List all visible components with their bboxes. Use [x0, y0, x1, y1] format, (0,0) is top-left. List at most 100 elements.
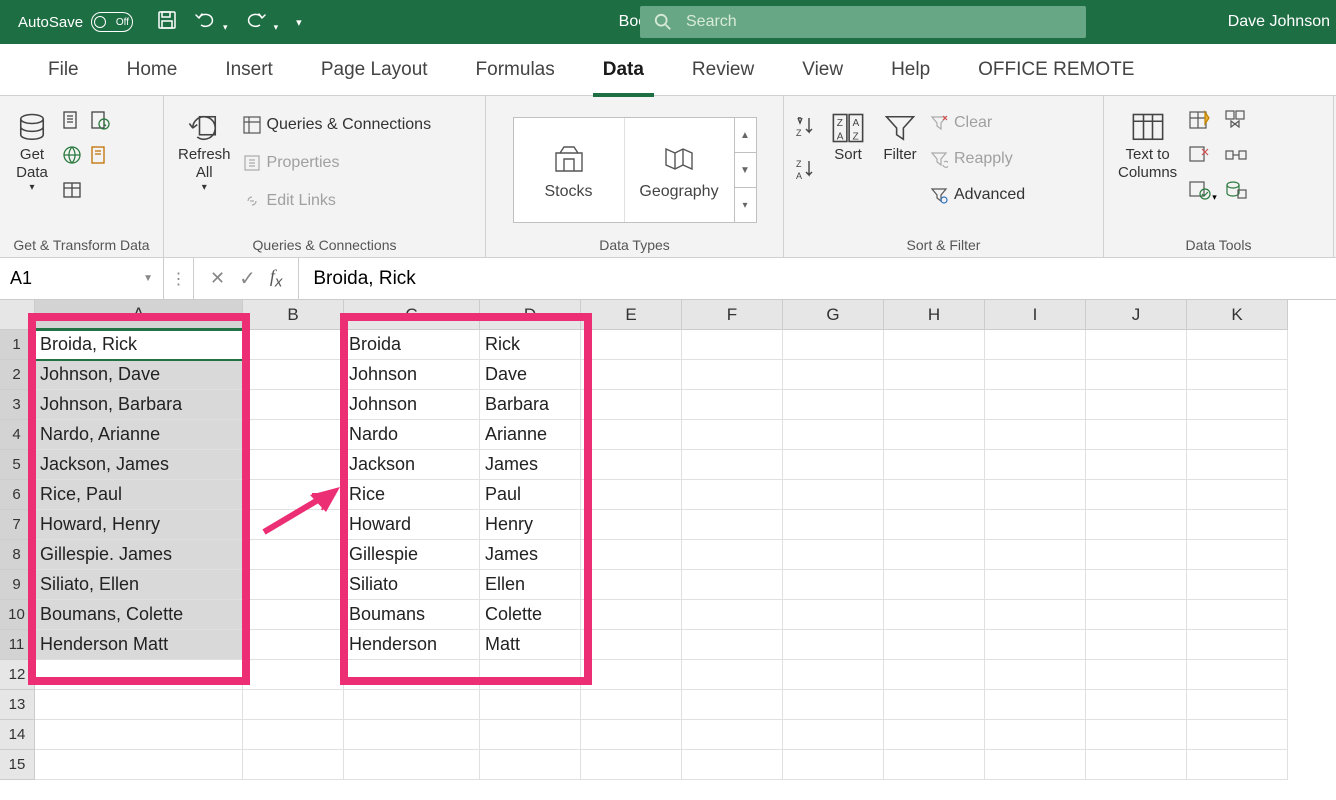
tab-office-remote[interactable]: OFFICE REMOTE: [954, 44, 1158, 96]
column-header-E[interactable]: E: [581, 300, 682, 330]
cell[interactable]: James: [480, 450, 581, 480]
row-header[interactable]: 10: [0, 600, 35, 630]
cell[interactable]: Nardo: [344, 420, 480, 450]
cell[interactable]: [243, 630, 344, 660]
qat-customize-icon[interactable]: ▾: [296, 16, 302, 29]
cell[interactable]: [1086, 690, 1187, 720]
cell[interactable]: [783, 540, 884, 570]
select-all-corner[interactable]: [0, 300, 35, 330]
row-header[interactable]: 13: [0, 690, 35, 720]
cell[interactable]: [884, 630, 985, 660]
queries-connections-button[interactable]: Queries & Connections: [243, 112, 432, 138]
cell[interactable]: [682, 630, 783, 660]
cell[interactable]: [35, 750, 243, 780]
cell[interactable]: [884, 510, 985, 540]
column-header-I[interactable]: I: [985, 300, 1086, 330]
cell[interactable]: Boumans: [344, 600, 480, 630]
cell[interactable]: [1086, 540, 1187, 570]
row-header[interactable]: 5: [0, 450, 35, 480]
cell[interactable]: [783, 360, 884, 390]
cell[interactable]: [243, 600, 344, 630]
cell[interactable]: [783, 720, 884, 750]
cell[interactable]: [581, 390, 682, 420]
cell[interactable]: [1187, 630, 1288, 660]
formula-input[interactable]: Broida, Rick: [299, 258, 1336, 299]
cell[interactable]: [985, 360, 1086, 390]
cell[interactable]: Henderson Matt: [35, 630, 243, 660]
cell[interactable]: Matt: [480, 630, 581, 660]
cell[interactable]: [243, 540, 344, 570]
cell[interactable]: [243, 570, 344, 600]
cell[interactable]: [682, 750, 783, 780]
cell[interactable]: [581, 660, 682, 690]
cell[interactable]: [581, 600, 682, 630]
cell[interactable]: [985, 570, 1086, 600]
cell[interactable]: Rick: [480, 330, 581, 360]
user-name[interactable]: Dave Johnson: [1228, 13, 1330, 31]
cell[interactable]: [1187, 660, 1288, 690]
cell[interactable]: [985, 450, 1086, 480]
search-box[interactable]: Search: [640, 6, 1086, 38]
cell[interactable]: [1187, 570, 1288, 600]
cell[interactable]: [35, 690, 243, 720]
tab-data[interactable]: Data: [579, 44, 668, 96]
sort-asc-icon[interactable]: Z: [794, 114, 818, 143]
cell[interactable]: [581, 480, 682, 510]
undo-icon[interactable]: ▾: [195, 10, 228, 34]
cell[interactable]: [243, 480, 344, 510]
cell[interactable]: Broida: [344, 330, 480, 360]
cell[interactable]: [682, 510, 783, 540]
row-header[interactable]: 11: [0, 630, 35, 660]
cell[interactable]: [682, 450, 783, 480]
cell[interactable]: [1187, 360, 1288, 390]
cell[interactable]: [985, 660, 1086, 690]
cell[interactable]: [243, 450, 344, 480]
cell[interactable]: [1086, 600, 1187, 630]
row-header[interactable]: 3: [0, 390, 35, 420]
cell[interactable]: [480, 750, 581, 780]
relationships-icon[interactable]: [1225, 145, 1247, 170]
cell[interactable]: [884, 750, 985, 780]
from-web-icon[interactable]: [62, 145, 82, 170]
cell[interactable]: [985, 750, 1086, 780]
cell[interactable]: [682, 600, 783, 630]
row-header[interactable]: 4: [0, 420, 35, 450]
cell[interactable]: [682, 390, 783, 420]
cell[interactable]: [1086, 420, 1187, 450]
cell[interactable]: [884, 420, 985, 450]
cell[interactable]: [243, 330, 344, 360]
cell[interactable]: [1187, 540, 1288, 570]
cell[interactable]: [1086, 660, 1187, 690]
recent-sources-icon[interactable]: [90, 110, 110, 135]
cell[interactable]: [1086, 720, 1187, 750]
cell[interactable]: [581, 510, 682, 540]
cell[interactable]: [783, 660, 884, 690]
existing-connections-icon[interactable]: [90, 145, 110, 170]
data-types-gallery[interactable]: Stocks Geography ▲ ▼ ▾: [513, 117, 757, 223]
cell[interactable]: [243, 420, 344, 450]
cell[interactable]: [243, 510, 344, 540]
tab-formulas[interactable]: Formulas: [452, 44, 579, 96]
accept-formula-icon[interactable]: ✓: [239, 266, 256, 291]
gallery-scroll-down[interactable]: ▼: [735, 153, 756, 188]
cell[interactable]: [884, 660, 985, 690]
cell[interactable]: [783, 510, 884, 540]
cell[interactable]: [682, 570, 783, 600]
cell[interactable]: [344, 690, 480, 720]
fx-icon[interactable]: fx: [270, 266, 283, 291]
cell[interactable]: [682, 690, 783, 720]
cell[interactable]: [243, 360, 344, 390]
refresh-all-button[interactable]: Refresh All ▾: [174, 106, 235, 194]
cell[interactable]: Nardo, Arianne: [35, 420, 243, 450]
row-header[interactable]: 14: [0, 720, 35, 750]
geography-type[interactable]: Geography: [624, 118, 734, 222]
spreadsheet-grid[interactable]: ABCDEFGHIJK 1Broida, RickBroidaRick2John…: [0, 300, 1336, 780]
cell[interactable]: [884, 390, 985, 420]
advanced-filter-button[interactable]: Advanced: [930, 182, 1025, 208]
cell[interactable]: [985, 390, 1086, 420]
cell[interactable]: [783, 420, 884, 450]
cell[interactable]: [783, 330, 884, 360]
cell[interactable]: Johnson: [344, 390, 480, 420]
row-header[interactable]: 8: [0, 540, 35, 570]
consolidate-icon[interactable]: [1225, 110, 1247, 135]
